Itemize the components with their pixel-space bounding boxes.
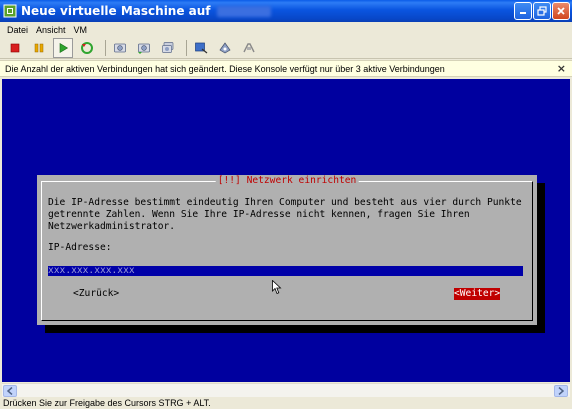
- arrow-left-icon: [7, 387, 13, 395]
- toolbar-separator: [105, 39, 106, 56]
- toolbar: [0, 37, 572, 59]
- suspend-icon: [34, 43, 44, 52]
- power-off-icon: [10, 43, 20, 52]
- manage-snapshots-button[interactable]: [158, 38, 178, 58]
- console-fullscreen-icon: [195, 42, 208, 53]
- menu-ansicht[interactable]: Ansicht: [32, 25, 70, 35]
- arrow-right-icon: [558, 387, 564, 395]
- back-button[interactable]: <Zurück>: [73, 288, 119, 300]
- minimize-button[interactable]: [514, 2, 532, 20]
- power-on-button[interactable]: [53, 37, 73, 58]
- send-ctrl-alt-del-icon: [243, 42, 255, 52]
- vm-settings-button[interactable]: [215, 38, 235, 58]
- maximize-button[interactable]: [533, 2, 551, 20]
- power-off-button[interactable]: [5, 38, 25, 58]
- revert-snapshot-button[interactable]: [134, 38, 154, 58]
- scroll-right-button[interactable]: [554, 385, 568, 397]
- snapshot-icon: [114, 43, 126, 52]
- minimize-icon: [520, 12, 526, 14]
- maximize-icon: [537, 6, 547, 16]
- vm-settings-icon: [219, 41, 231, 53]
- vmware-icon: [3, 4, 17, 18]
- network-setup-dialog: [!!] Netzwerk einrichten Die IP-Adresse …: [37, 175, 537, 325]
- window-title: Neue virtuelle Maschine auf: [21, 4, 211, 18]
- horizontal-scrollbar[interactable]: [2, 383, 570, 397]
- toolbar-separator: [186, 39, 187, 56]
- dialog-body-text: Die IP-Adresse bestimmt eindeutig Ihren …: [48, 197, 522, 232]
- ip-address-input[interactable]: xxx.xxx.xxx.xxx: [48, 266, 523, 276]
- host-name-redacted: [216, 5, 271, 17]
- window-title-bar[interactable]: Neue virtuelle Maschine auf: [0, 0, 572, 22]
- power-on-icon: [59, 42, 69, 53]
- menu-bar: Datei Ansicht VM: [0, 22, 572, 37]
- mouse-cursor-icon: [272, 280, 282, 295]
- scroll-left-button[interactable]: [3, 385, 17, 397]
- status-text: Drücken Sie zur Freigabe des Cursors STR…: [3, 398, 211, 408]
- console-fullscreen-button[interactable]: [191, 38, 211, 58]
- ip-address-label: IP-Adresse:: [48, 242, 112, 253]
- revert-snapshot-icon: [138, 43, 150, 54]
- notification-close-button[interactable]: ×: [557, 62, 566, 75]
- menu-vm[interactable]: VM: [70, 25, 92, 35]
- menu-datei[interactable]: Datei: [3, 25, 32, 35]
- snapshot-button[interactable]: [110, 38, 130, 58]
- close-button[interactable]: [552, 2, 570, 20]
- vm-console[interactable]: [!!] Netzwerk einrichten Die IP-Adresse …: [2, 79, 570, 382]
- reset-button[interactable]: [77, 38, 97, 58]
- dialog-title: [!!] Netzwerk einrichten: [215, 175, 359, 187]
- manage-snapshots-icon: [162, 41, 174, 53]
- next-button[interactable]: <Weiter>: [454, 288, 501, 300]
- status-bar: Drücken Sie zur Freigabe des Cursors STR…: [0, 397, 572, 409]
- notification-bar: Die Anzahl der aktiven Verbindungen hat …: [0, 60, 572, 77]
- send-ctrl-alt-del-button[interactable]: [239, 38, 259, 58]
- close-icon: [557, 7, 565, 15]
- reset-icon: [81, 41, 93, 54]
- notification-text: Die Anzahl der aktiven Verbindungen hat …: [5, 63, 445, 74]
- suspend-button[interactable]: [29, 38, 49, 58]
